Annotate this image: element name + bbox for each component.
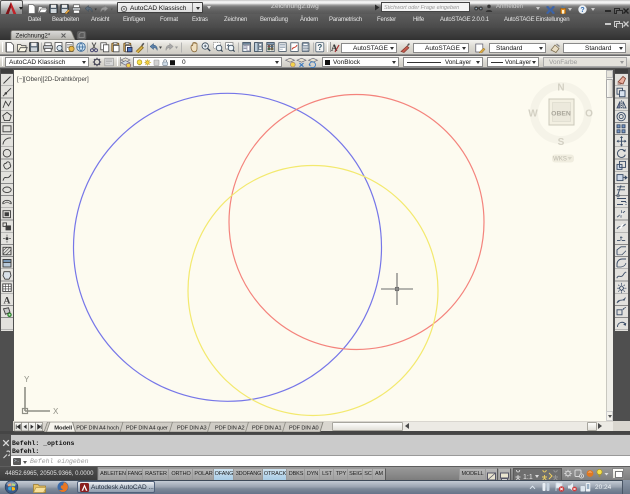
svg-text:?: ? [580,7,584,14]
svg-text:N: N [557,83,564,94]
svg-text:W: W [528,109,538,120]
svg-text:PDF DIN A0: PDF DIN A0 [289,425,318,431]
svg-text:Y: Y [24,375,30,384]
svg-text:Zeichnung2*: Zeichnung2* [16,33,51,40]
svg-text:X: X [53,407,59,416]
svg-text:?: ? [317,43,322,52]
svg-text:PDF DIN A4 quer: PDF DIN A4 quer [126,425,168,431]
svg-text:PDF DIN A3: PDF DIN A3 [177,425,206,431]
svg-text:Modell: Modell [54,425,72,431]
svg-text:A: A [4,297,11,307]
svg-text:PDF DIN A4 hoch: PDF DIN A4 hoch [76,425,119,431]
svg-text:OBEN: OBEN [551,111,571,118]
svg-text:WKS: WKS [553,157,567,163]
svg-text:[−][Oben][2D-Drahtkörper]: [−][Oben][2D-Drahtkörper] [17,76,89,83]
svg-text:S: S [558,137,565,148]
svg-text:PDF DIN A2: PDF DIN A2 [215,425,244,431]
svg-text:PDF DIN A1: PDF DIN A1 [252,425,281,431]
svg-text:O: O [585,109,593,120]
